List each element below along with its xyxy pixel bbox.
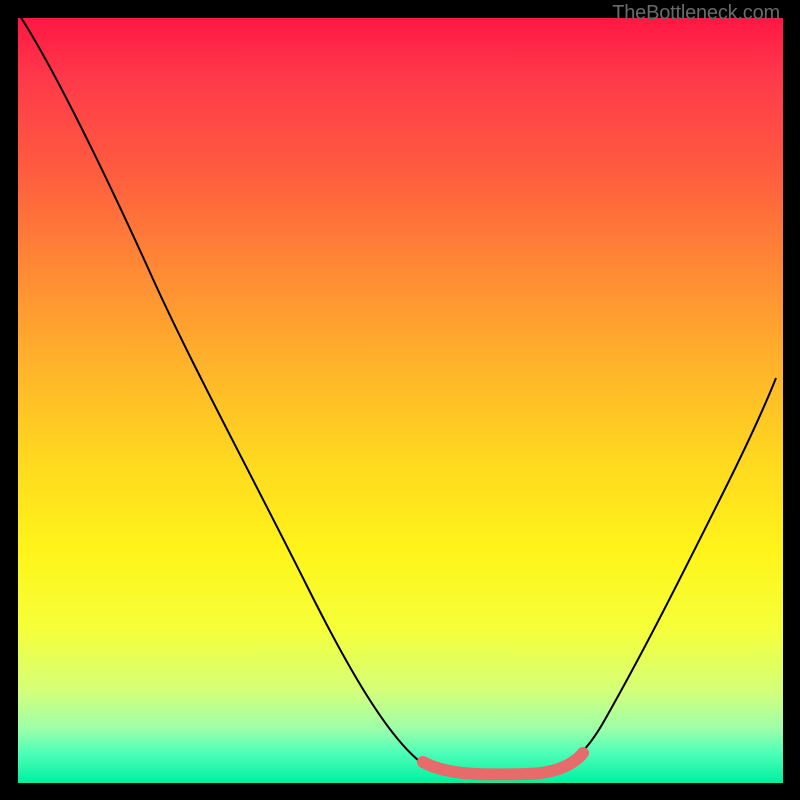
bottleneck-curve	[18, 18, 776, 776]
trough-highlight	[423, 753, 583, 775]
chart-overlay	[18, 18, 783, 783]
